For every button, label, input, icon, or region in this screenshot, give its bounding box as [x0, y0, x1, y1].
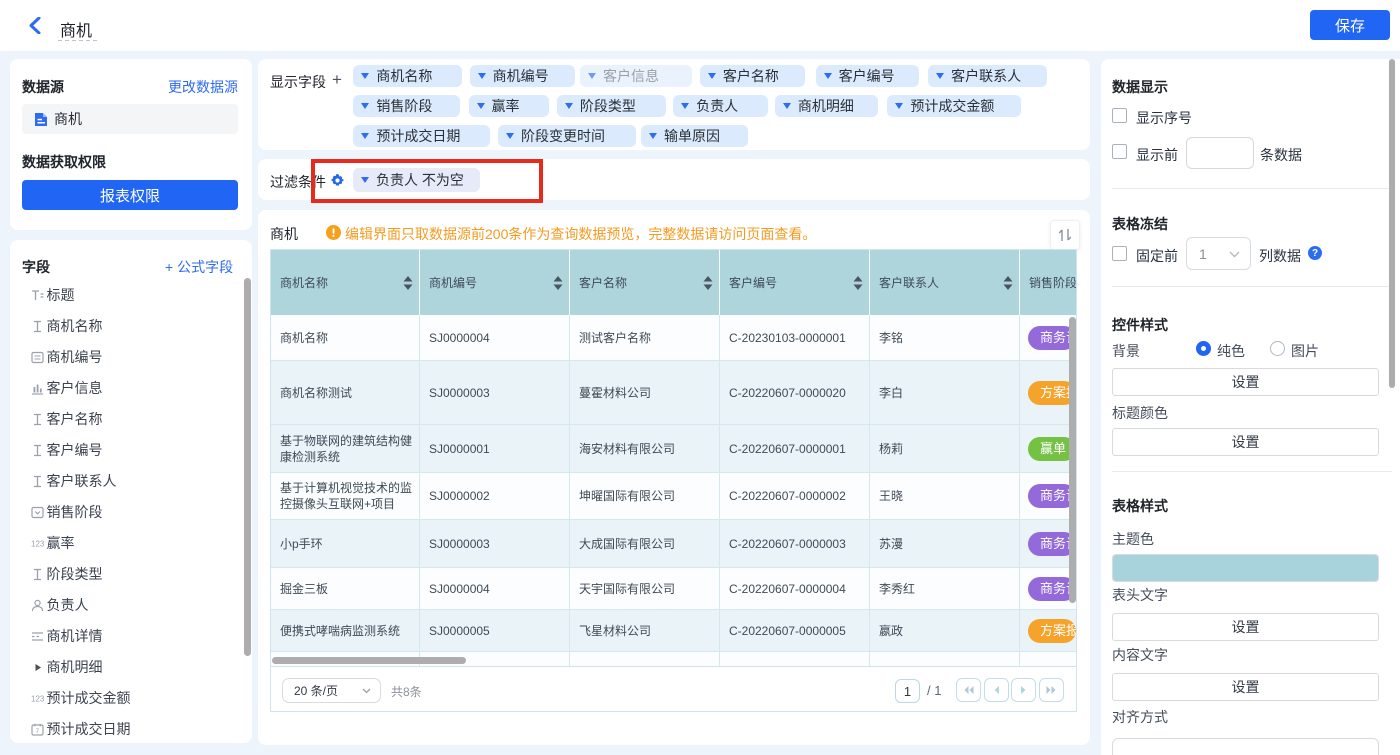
svg-text:123: 123 — [31, 540, 45, 549]
svg-text:123: 123 — [31, 695, 45, 704]
svg-text:7: 7 — [36, 728, 40, 735]
